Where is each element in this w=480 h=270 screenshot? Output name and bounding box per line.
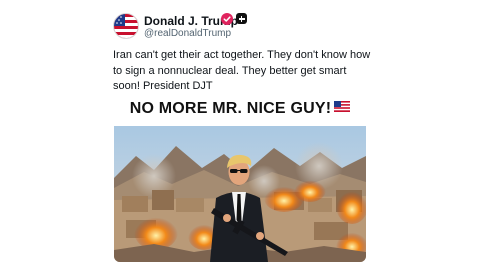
image-caption: NO MORE MR. NICE GUY! <box>114 100 366 118</box>
author-handle[interactable]: @realDonaldTrump <box>144 28 231 39</box>
us-flag-avatar-icon <box>114 14 138 38</box>
verified-badge-icon <box>221 13 233 25</box>
image-caption-text: NO MORE MR. NICE GUY! <box>129 100 332 117</box>
avatar[interactable] <box>113 13 139 39</box>
follow-button[interactable] <box>236 13 247 24</box>
battlefield-scene <box>114 126 366 262</box>
post-text: Iran can't get their act together. They … <box>113 49 371 92</box>
post-image[interactable]: NO MORE MR. NICE GUY! <box>114 96 366 262</box>
us-flag-icon <box>334 101 351 113</box>
post: Donald J. Trump @realDonaldTrump Iran ca… <box>0 0 480 270</box>
